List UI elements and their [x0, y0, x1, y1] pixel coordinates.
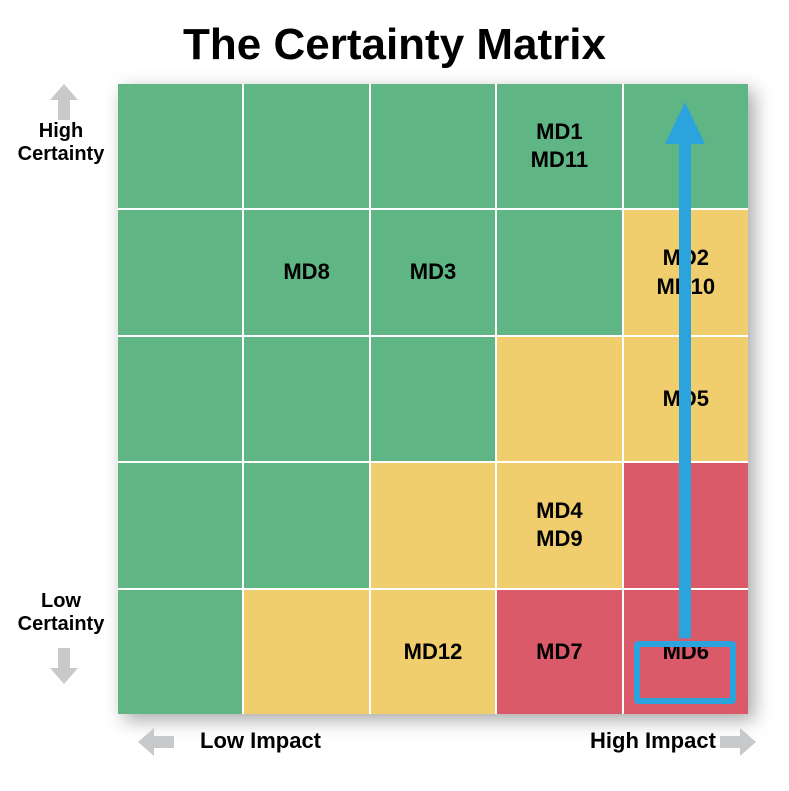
matrix-cell: MD4MD9 [497, 463, 621, 587]
certainty-matrix-diagram: The Certainty Matrix High Certainty Low … [0, 0, 789, 791]
matrix-cell: MD2MD10 [624, 210, 748, 334]
matrix-cell [118, 84, 242, 208]
matrix-cell: MD7 [497, 590, 621, 714]
matrix-cell [624, 84, 748, 208]
y-axis-low-label: Low Certainty [16, 590, 106, 636]
matrix-grid: MD1MD11 MD8 MD3 MD2MD10 MD5 MD4MD9 MD12 MD7 MD6 [118, 84, 748, 714]
matrix-cell [371, 337, 495, 461]
matrix-cell [118, 590, 242, 714]
matrix-cell [497, 210, 621, 334]
page-title: The Certainty Matrix [0, 0, 789, 80]
cell-label: MD12 [404, 638, 463, 667]
cell-label: MD7 [536, 638, 582, 667]
matrix-wrapper: MD1MD11 MD8 MD3 MD2MD10 MD5 MD4MD9 MD12 MD7 MD6 [118, 84, 748, 714]
cell-label: MD11 [531, 146, 588, 175]
matrix-cell [624, 463, 748, 587]
cell-label: MD4 [536, 497, 582, 526]
matrix-cell [118, 337, 242, 461]
x-axis-high-label: High Impact [590, 728, 716, 754]
arrow-left-icon [138, 728, 174, 756]
matrix-cell [371, 84, 495, 208]
matrix-cell: MD6 [624, 590, 748, 714]
arrow-down-icon [50, 648, 78, 684]
matrix-cell [118, 463, 242, 587]
cell-label: MD3 [410, 258, 456, 287]
cell-label: MD10 [656, 273, 715, 302]
matrix-cell: MD5 [624, 337, 748, 461]
cell-label: MD9 [536, 525, 582, 554]
matrix-cell: MD1MD11 [497, 84, 621, 208]
y-axis-high-label: High Certainty [16, 120, 106, 166]
cell-label: MD8 [283, 258, 329, 287]
x-axis-low-label: Low Impact [200, 728, 321, 754]
matrix-cell [244, 463, 368, 587]
matrix-cell: MD8 [244, 210, 368, 334]
matrix-cell [244, 590, 368, 714]
arrow-up-icon [50, 84, 78, 120]
cell-label: MD2 [663, 244, 709, 273]
cell-label: MD6 [663, 638, 709, 667]
matrix-cell: MD12 [371, 590, 495, 714]
matrix-cell: MD3 [371, 210, 495, 334]
cell-label: MD5 [663, 385, 709, 414]
arrow-right-icon [720, 728, 756, 756]
matrix-cell [118, 210, 242, 334]
matrix-cell [244, 84, 368, 208]
matrix-cell [244, 337, 368, 461]
cell-label: MD1 [536, 118, 582, 147]
matrix-cell [497, 337, 621, 461]
matrix-cell [371, 463, 495, 587]
